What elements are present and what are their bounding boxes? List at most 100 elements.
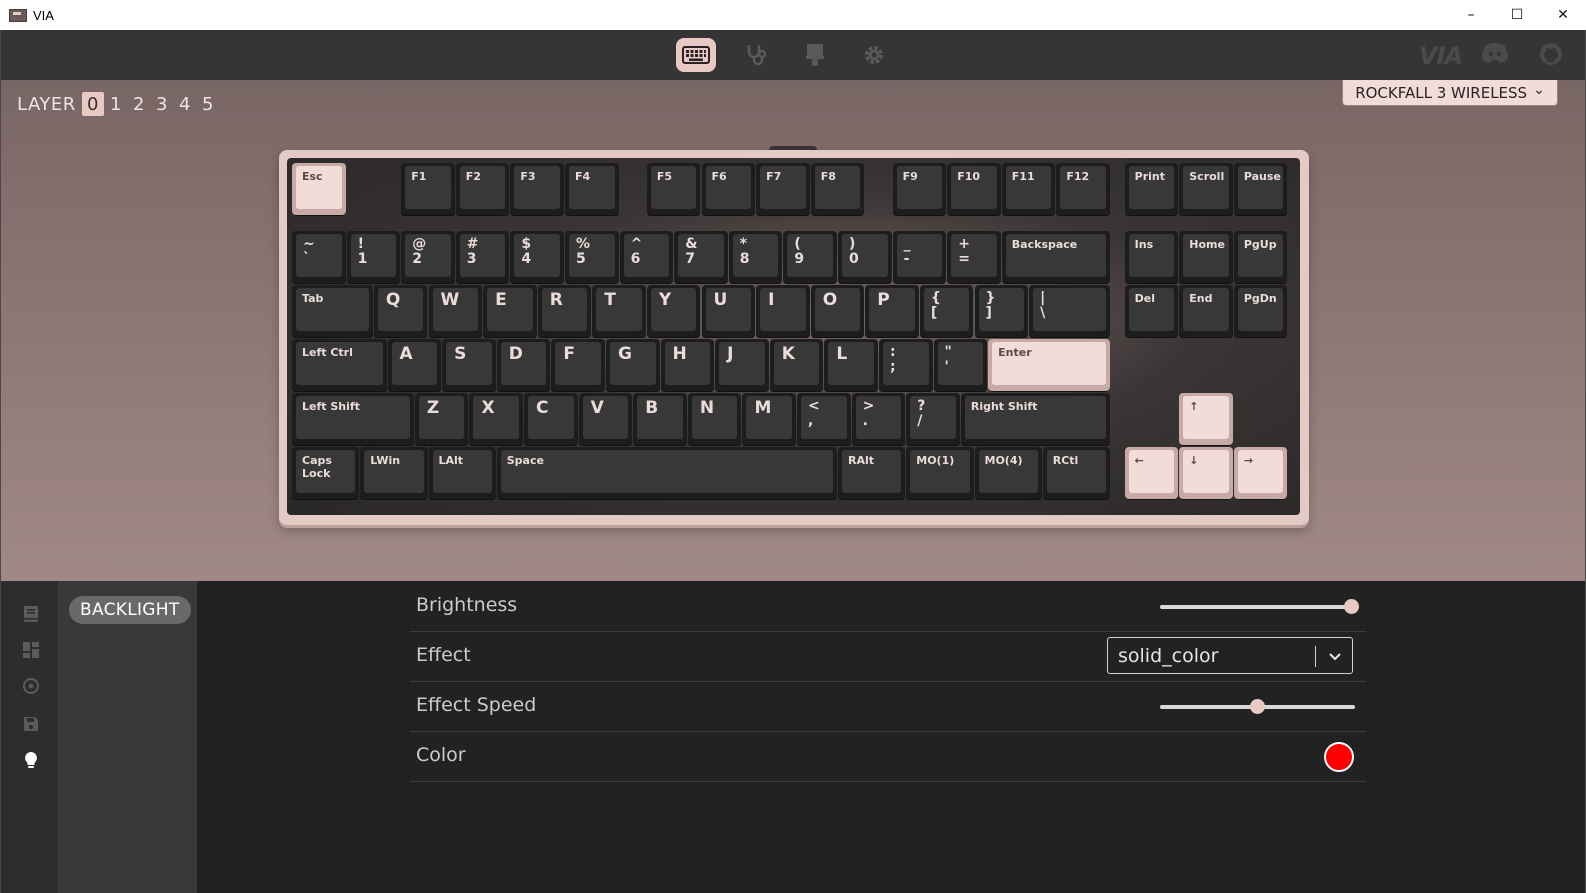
key-enter[interactable]: Enter [988,339,1110,392]
key-pgup[interactable]: PgUp [1233,231,1288,284]
key-3[interactable]: # 3 [455,231,510,284]
key-4[interactable]: $ 4 [510,231,564,284]
key-sym[interactable]: ← [1124,447,1179,500]
key-5[interactable]: % 5 [565,231,619,284]
layer-4-button[interactable]: 4 [174,92,196,116]
key-ralt[interactable]: RAlt [838,447,906,500]
key-mo-4[interactable]: MO(4) [974,447,1042,500]
key-2[interactable]: @ 2 [401,231,455,284]
key-r[interactable]: R [537,285,592,338]
key-f12[interactable]: F12 [1056,163,1110,216]
key-g[interactable]: G [605,339,660,392]
key-print[interactable]: Print [1124,163,1179,216]
key-del[interactable]: Del [1124,285,1179,338]
target-icon[interactable] [22,677,40,695]
via-logo-icon[interactable]: VIA [1419,42,1463,70]
layer-2-button[interactable]: 2 [128,92,150,116]
key-t[interactable]: T [592,285,646,338]
key-ins[interactable]: Ins [1124,231,1179,284]
key-i[interactable]: I [756,285,810,338]
key-end[interactable]: End [1179,285,1233,338]
layer-1-button[interactable]: 1 [105,92,127,116]
key-1[interactable]: ! 1 [346,231,401,284]
book-icon[interactable] [22,605,40,623]
key-f4[interactable]: F4 [565,163,619,216]
color-picker-swatch[interactable] [1324,742,1354,772]
key-left-shift[interactable]: Left Shift [292,393,414,446]
key-f5[interactable]: F5 [646,163,701,216]
key-d[interactable]: D [496,339,551,392]
brightness-slider-thumb[interactable] [1343,599,1359,614]
key-8[interactable]: * 8 [728,231,783,284]
layer-3-button[interactable]: 3 [151,92,173,116]
key-sym[interactable]: } ] [974,285,1029,338]
key-e[interactable]: E [483,285,537,338]
minimize-button[interactable]: – [1448,0,1494,30]
effect-speed-slider-thumb[interactable] [1250,699,1265,714]
key-left-ctrl[interactable]: Left Ctrl [292,339,387,392]
key-sym[interactable]: ↑ [1179,393,1233,446]
key-f8[interactable]: F8 [810,163,865,216]
key-0[interactable]: ) 0 [838,231,892,284]
key-sym[interactable]: | \ [1029,285,1110,338]
key-f6[interactable]: F6 [701,163,756,216]
key-f[interactable]: F [551,339,605,392]
github-icon[interactable] [1539,42,1563,70]
key-tab[interactable]: Tab [292,285,373,338]
key-o[interactable]: O [810,285,865,338]
key-sym[interactable]: ~ ` [292,231,346,284]
key-q[interactable]: Q [373,285,428,338]
key-sym[interactable]: ↓ [1179,447,1233,500]
menu-item-backlight[interactable]: BACKLIGHT [69,596,191,624]
key-sym[interactable]: " ' [933,339,988,392]
key-sym[interactable]: : ; [878,339,933,392]
key-6[interactable]: ^ 6 [619,231,674,284]
key-sym[interactable]: + = [947,231,1001,284]
key-right-shift[interactable]: Right Shift [960,393,1110,446]
key-f7[interactable]: F7 [756,163,810,216]
brightness-slider[interactable] [1160,605,1355,609]
key-sym[interactable]: ? / [906,393,960,446]
key-j[interactable]: J [715,339,769,392]
key-esc[interactable]: Esc [292,163,346,216]
key-k[interactable]: K [769,339,824,392]
key-lwin[interactable]: LWin [360,447,428,500]
key-p[interactable]: P [865,285,919,338]
tab-settings[interactable] [854,38,894,72]
key-backspace[interactable]: Backspace [1001,231,1110,284]
key-f2[interactable]: F2 [455,163,510,216]
key-scroll[interactable]: Scroll [1179,163,1233,216]
key-lalt[interactable]: LAlt [428,447,496,500]
key-w[interactable]: W [428,285,483,338]
key-f10[interactable]: F10 [947,163,1001,216]
key-x[interactable]: X [469,393,524,446]
key-sym[interactable]: { [ [919,285,974,338]
lightbulb-icon[interactable] [22,751,40,769]
tab-configure[interactable] [676,38,716,72]
device-selector[interactable]: ROCKFALL 3 WIRELESS ⌄ [1342,80,1558,106]
key-f11[interactable]: F11 [1001,163,1056,216]
key-y[interactable]: Y [646,285,701,338]
key-caps-lock[interactable]: Caps Lock [292,447,360,500]
key-f3[interactable]: F3 [510,163,564,216]
discord-icon[interactable] [1481,42,1509,68]
key-mo-1[interactable]: MO(1) [906,447,974,500]
key-f9[interactable]: F9 [892,163,947,216]
key-m[interactable]: M [742,393,797,446]
key-f1[interactable]: F1 [401,163,455,216]
key-h[interactable]: H [660,339,715,392]
key-space[interactable]: Space [496,447,837,500]
key-b[interactable]: B [633,393,687,446]
key-pause[interactable]: Pause [1233,163,1288,216]
key-rctl[interactable]: RCtl [1042,447,1110,500]
key-s[interactable]: S [442,339,496,392]
key-sym[interactable]: < , [797,393,851,446]
key-sym[interactable]: > . [851,393,906,446]
key-pgdn[interactable]: PgDn [1233,285,1288,338]
save-icon[interactable] [22,715,40,733]
key-c[interactable]: C [524,393,578,446]
layout-icon[interactable] [22,641,40,659]
key-z[interactable]: Z [414,393,469,446]
key-l[interactable]: L [824,339,878,392]
effect-dropdown[interactable]: solid_color [1107,637,1353,674]
